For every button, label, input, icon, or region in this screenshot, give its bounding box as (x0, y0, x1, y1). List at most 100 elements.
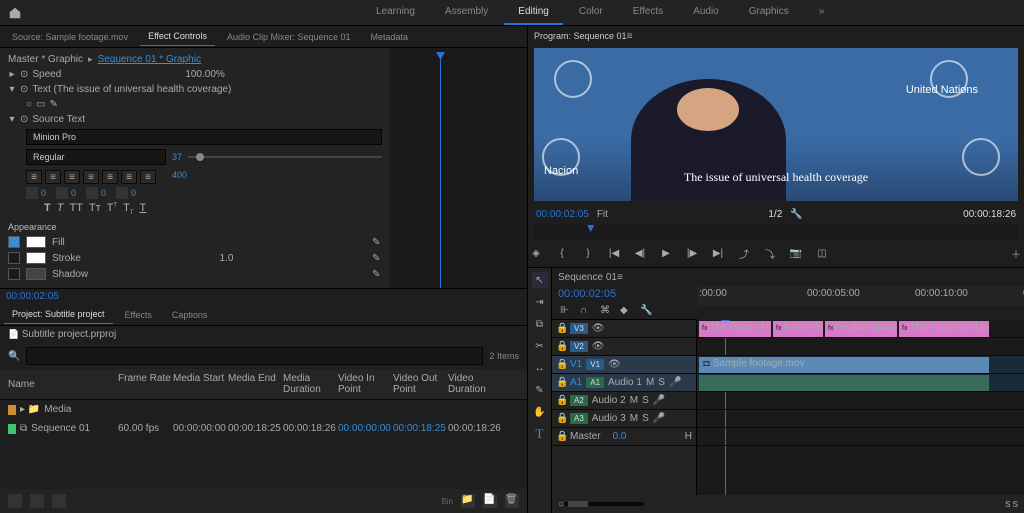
ws-color[interactable]: Color (565, 0, 617, 25)
project-search[interactable] (26, 347, 483, 365)
hdr-ms[interactable]: Media Start (173, 373, 228, 395)
extract-icon[interactable]: ⤵ (762, 245, 778, 261)
font-size[interactable]: 37 (172, 152, 182, 162)
faux-italic[interactable]: T (57, 202, 64, 216)
font-size-slider[interactable] (188, 156, 382, 158)
shadow-checkbox[interactable] (8, 268, 20, 280)
graphic-clip[interactable]: fx He participated not too (825, 321, 897, 337)
compare-icon[interactable]: ◫ (814, 245, 830, 261)
stroke-eyedrop[interactable]: ✎ (372, 253, 382, 263)
hdr-me[interactable]: Media End (228, 373, 283, 395)
lift-icon[interactable]: ⤴ (736, 245, 752, 261)
lock-v1[interactable]: 🔒 (556, 359, 566, 370)
solo-a3[interactable]: S (642, 413, 649, 424)
source-tab[interactable]: Source: Sample footage.mov (4, 28, 136, 46)
stroke-swatch[interactable] (26, 252, 46, 264)
lock-a2[interactable]: 🔒 (556, 395, 566, 406)
stroke-checkbox[interactable] (8, 252, 20, 264)
ws-overflow[interactable]: » (805, 0, 839, 25)
voice-a1[interactable]: 🎤 (669, 377, 681, 388)
eye-v2[interactable]: 👁 (592, 341, 602, 352)
new-item-icon[interactable]: 📄 (483, 494, 497, 508)
small-caps[interactable]: Tᴛ (89, 202, 101, 216)
marker-icon[interactable]: ◆ (620, 305, 632, 317)
hand-tool-icon[interactable]: ✋ (532, 404, 548, 420)
ws-learning[interactable]: Learning (362, 0, 429, 25)
add-button-icon[interactable]: ＋ (1008, 245, 1024, 261)
solo-a2[interactable]: S (642, 395, 649, 406)
mark-out-icon[interactable]: } (580, 245, 596, 261)
fill-checkbox[interactable] (8, 236, 20, 248)
export-frame-icon[interactable]: 📷 (788, 245, 804, 261)
project-tab[interactable]: Project: Subtitle project (4, 305, 113, 324)
ws-effects[interactable]: Effects (619, 0, 677, 25)
mute-a3[interactable]: M (630, 413, 638, 424)
ec-playhead[interactable] (440, 52, 441, 288)
hdr-name[interactable]: Name (8, 373, 118, 395)
hdr-md[interactable]: Media Duration (283, 373, 338, 395)
underline[interactable]: T (140, 202, 147, 216)
magnet-icon[interactable]: ∩ (580, 305, 592, 317)
twirl-speed[interactable]: ▸ (8, 69, 16, 80)
all-caps[interactable]: TT (69, 202, 82, 216)
go-out-icon[interactable]: ▶| (710, 245, 726, 261)
ws-assembly[interactable]: Assembly (431, 0, 502, 25)
trash-icon[interactable]: 🗑 (505, 494, 519, 508)
play-icon[interactable]: ▶ (658, 245, 674, 261)
tl-ruler[interactable]: :00:00 00:00:05:00 00:00:10:00 00:00:1 (697, 286, 1024, 306)
mark-in-icon[interactable]: { (554, 245, 570, 261)
zoom-slider[interactable] (564, 502, 644, 506)
new-bin-icon[interactable]: 📁 (461, 494, 475, 508)
subscript[interactable]: TT (123, 202, 133, 216)
speed-value[interactable]: 100.00% (185, 69, 224, 80)
type-tool-icon[interactable]: T (532, 426, 548, 442)
mute-a2[interactable]: M (630, 395, 638, 406)
font-select[interactable] (26, 129, 382, 145)
link-icon[interactable]: ⌘ (600, 305, 612, 317)
selection-tool-icon[interactable]: ↖ (532, 272, 548, 288)
eye-v3[interactable]: 👁 (592, 323, 602, 334)
lock-a1[interactable]: 🔒 (556, 377, 566, 388)
stroke-width[interactable]: 1.0 (220, 253, 234, 264)
faux-bold[interactable]: T (44, 202, 51, 216)
mask-pen-icon[interactable]: ✎ (50, 99, 58, 110)
align-justify4[interactable]: ≡ (140, 170, 156, 184)
razor-tool-icon[interactable]: ✂ (532, 338, 548, 354)
lock-master[interactable]: 🔒 (556, 431, 566, 442)
shadow-swatch[interactable] (26, 268, 46, 280)
graphic-clip[interactable]: fx This is part and parcel of the (899, 321, 989, 337)
mask-ellipse-icon[interactable]: ○ (26, 99, 32, 110)
seq-tab[interactable]: Sequence 01 (558, 272, 617, 283)
tl-timecode[interactable]: 00:00:02:05 (552, 286, 697, 302)
align-center[interactable]: ≡ (45, 170, 61, 184)
step-back-icon[interactable]: ◀| (632, 245, 648, 261)
twirl-source[interactable]: ▾ (8, 114, 16, 125)
effect-controls-tab[interactable]: Effect Controls (140, 27, 215, 46)
hdr-vi[interactable]: Video In Point (338, 373, 393, 395)
voice-a2[interactable]: 🎤 (653, 395, 665, 406)
list-item[interactable]: ▸ 📁Media (0, 400, 527, 419)
icon-view-icon[interactable] (30, 494, 44, 508)
list-view-icon[interactable] (8, 494, 22, 508)
twirl-text[interactable]: ▾ (8, 84, 16, 95)
superscript[interactable]: TT (107, 202, 117, 216)
align-left[interactable]: ≡ (26, 170, 42, 184)
kerning-value[interactable]: 400 (172, 170, 187, 184)
align-justify3[interactable]: ≡ (121, 170, 137, 184)
ec-timecode[interactable]: 00:00:02:05 (0, 289, 65, 304)
fill-eyedrop[interactable]: ✎ (372, 237, 382, 247)
prop-3[interactable]: 0 (131, 188, 136, 198)
home-icon[interactable] (8, 6, 22, 20)
snap-icon[interactable]: ⊪ (560, 305, 572, 317)
mask-rect-icon[interactable]: ▭ (36, 99, 45, 110)
step-fwd-icon[interactable]: |▶ (684, 245, 700, 261)
align-right[interactable]: ≡ (64, 170, 80, 184)
voice-a3[interactable]: 🎤 (653, 413, 665, 424)
font-style-select[interactable] (26, 149, 166, 165)
hdr-vd[interactable]: Video Duration (448, 373, 503, 395)
program-monitor[interactable]: United Nations Nacion The issue of unive… (534, 48, 1018, 201)
track-select-icon[interactable]: ⇥ (532, 294, 548, 310)
ws-graphics[interactable]: Graphics (735, 0, 803, 25)
prop-0[interactable]: 0 (41, 188, 46, 198)
effects-tab[interactable]: Effects (117, 306, 160, 324)
